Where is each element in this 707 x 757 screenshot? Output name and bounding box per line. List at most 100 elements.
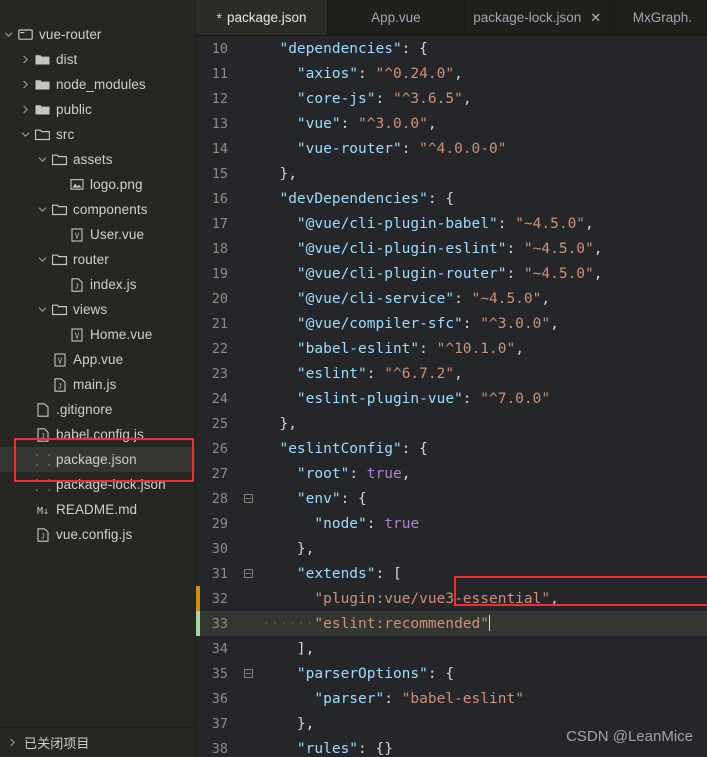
tree-root-row[interactable]: vue-router (0, 22, 195, 47)
code-editor[interactable]: 10 "dependencies": {11 "axios": "^0.24.0… (196, 36, 707, 757)
code-line[interactable]: 13 "vue": "^3.0.0", (196, 111, 707, 136)
code-line[interactable]: 19 "@vue/cli-plugin-router": "~4.5.0", (196, 261, 707, 286)
code-line[interactable]: 38 "rules": {} (196, 736, 707, 757)
code-token: "~4.5.0" (471, 290, 542, 307)
tree-row[interactable]: Jindex.js (0, 272, 195, 297)
tree-row[interactable]: assets (0, 147, 195, 172)
tree-row[interactable]: Jvue.config.js (0, 522, 195, 547)
code-line[interactable]: 12 "core-js": "^3.6.5", (196, 86, 707, 111)
line-number: 26 (211, 440, 228, 457)
code-line[interactable]: 16 "devDependencies": { (196, 186, 707, 211)
code-line[interactable]: 18 "@vue/cli-plugin-eslint": "~4.5.0", (196, 236, 707, 261)
line-number: 23 (211, 365, 228, 382)
tree-row[interactable]: V User.vue (0, 222, 195, 247)
code-line[interactable]: 22 "babel-eslint": "^10.1.0", (196, 336, 707, 361)
line-number: 30 (211, 540, 228, 557)
editor-tab[interactable]: package-lock.json ✕ (464, 0, 611, 35)
editor-tab[interactable]: * package.json (196, 0, 329, 35)
code-line[interactable]: 17 "@vue/cli-plugin-babel": "~4.5.0", (196, 211, 707, 236)
code-line[interactable]: 32 "plugin:vue/vue3-essential", (196, 586, 707, 611)
tree-row[interactable]: [ ] package.json (0, 447, 195, 472)
gutter-change-marker (196, 586, 200, 611)
code-line-text: "@vue/cli-plugin-router": "~4.5.0", (256, 266, 707, 282)
chevron-down-icon[interactable] (34, 255, 50, 264)
code-token: "parserOptions" (296, 665, 428, 682)
chevron-down-icon[interactable] (0, 30, 16, 39)
chevron-down-icon[interactable] (34, 305, 50, 314)
editor-tab-bar[interactable]: * package.json App.vue package-lock.json ✕ Mx… (196, 0, 707, 36)
tree-row[interactable]: .gitignore (0, 397, 195, 422)
modified-indicator-icon: * (216, 9, 222, 26)
tree-row[interactable]: src (0, 122, 195, 147)
tree-row[interactable]: node_modules (0, 72, 195, 97)
tree-row[interactable]: M↓ README.md (0, 497, 195, 522)
code-line[interactable]: 31 "extends": [ (196, 561, 707, 586)
code-line-text: "root": true, (256, 466, 707, 482)
code-line[interactable]: 29 "node": true (196, 511, 707, 536)
code-line[interactable]: 35 "parserOptions": { (196, 661, 707, 686)
editor-tab[interactable]: App.vue (328, 0, 465, 35)
fold-collapse-icon[interactable] (240, 494, 256, 503)
tree-row[interactable]: router (0, 247, 195, 272)
tree-item-label: package-lock.json (56, 477, 166, 492)
fold-collapse-icon[interactable] (240, 569, 256, 578)
json-file-icon: [ ] (33, 453, 52, 467)
line-number: 37 (211, 715, 228, 732)
code-line[interactable]: 33 ······"eslint:recommended" (196, 611, 707, 636)
code-line[interactable]: 21 "@vue/compiler-sfc": "^3.0.0", (196, 311, 707, 336)
tree-row[interactable]: V App.vue (0, 347, 195, 372)
chevron-right-icon[interactable] (17, 80, 33, 89)
tree-row[interactable]: Jmain.js (0, 372, 195, 397)
code-token: "~4.5.0" (523, 240, 594, 257)
code-token: "parser" (314, 690, 385, 707)
code-line[interactable]: 26 "eslintConfig": { (196, 436, 707, 461)
closed-projects-section[interactable]: 已关闭项目 (0, 727, 195, 757)
chevron-right-icon[interactable] (17, 105, 33, 114)
file-tree[interactable]: vue-router dist node_modules public src asset… (0, 0, 195, 727)
code-lines[interactable]: 10 "dependencies": {11 "axios": "^0.24.0… (196, 36, 707, 757)
tree-row[interactable]: logo.png (0, 172, 195, 197)
chevron-down-icon[interactable] (17, 130, 33, 139)
editor-tab[interactable]: MxGraph. (610, 0, 707, 35)
chevron-down-icon[interactable] (34, 205, 50, 214)
code-line[interactable]: 10 "dependencies": { (196, 36, 707, 61)
tree-row[interactable]: views (0, 297, 195, 322)
code-token: "env" (296, 490, 341, 507)
tree-row[interactable]: V Home.vue (0, 322, 195, 347)
tree-row[interactable]: dist (0, 47, 195, 72)
tree-row[interactable]: components (0, 197, 195, 222)
tree-item-label: vue.config.js (56, 527, 133, 542)
code-line[interactable]: 37 }, (196, 711, 707, 736)
code-line[interactable]: 27 "root": true, (196, 461, 707, 486)
chevron-down-icon[interactable] (34, 155, 50, 164)
tree-row[interactable]: public (0, 97, 195, 122)
code-token: }, (279, 165, 297, 182)
code-token: , (454, 65, 463, 82)
svg-text:M↓: M↓ (36, 506, 48, 517)
code-line[interactable]: 28 "env": { (196, 486, 707, 511)
code-token: : { (401, 440, 428, 457)
code-line[interactable]: 15 }, (196, 161, 707, 186)
code-line-text: "eslint-plugin-vue": "^7.0.0" (256, 391, 707, 407)
chevron-right-icon[interactable] (17, 55, 33, 64)
code-line[interactable]: 25 }, (196, 411, 707, 436)
code-line[interactable]: 14 "vue-router": "^4.0.0-0" (196, 136, 707, 161)
tree-row[interactable]: [ ] package-lock.json (0, 472, 195, 497)
code-line[interactable]: 23 "eslint": "^6.7.2", (196, 361, 707, 386)
code-token: "~4.5.0" (515, 215, 586, 232)
line-number: 22 (211, 340, 228, 357)
code-line[interactable]: 11 "axios": "^0.24.0", (196, 61, 707, 86)
code-line[interactable]: 36 "parser": "babel-eslint" (196, 686, 707, 711)
code-line[interactable]: 30 }, (196, 536, 707, 561)
code-token: : (375, 90, 393, 107)
code-token: : (497, 215, 516, 232)
code-line[interactable]: 20 "@vue/cli-service": "~4.5.0", (196, 286, 707, 311)
code-line[interactable]: 24 "eslint-plugin-vue": "^7.0.0" (196, 386, 707, 411)
code-line-text: "parserOptions": { (256, 666, 707, 682)
code-token: "eslint" (296, 365, 367, 382)
code-line-text: ], (256, 641, 707, 657)
fold-collapse-icon[interactable] (240, 669, 256, 678)
tree-row[interactable]: Jbabel.config.js (0, 422, 195, 447)
code-line[interactable]: 34 ], (196, 636, 707, 661)
close-icon[interactable]: ✕ (590, 11, 601, 24)
